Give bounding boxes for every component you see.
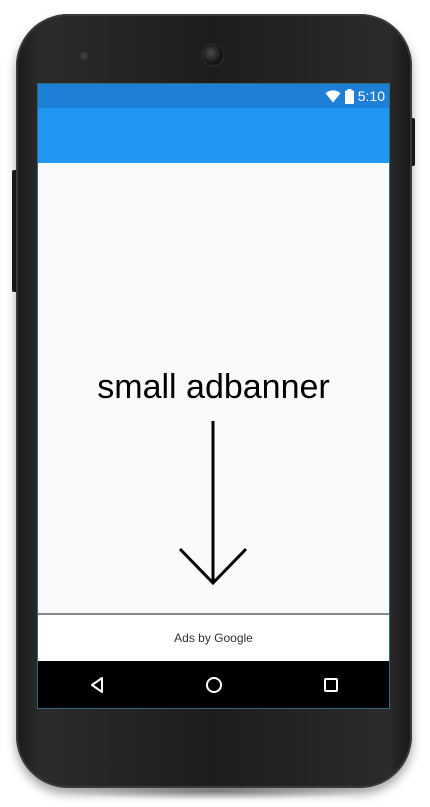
wifi-icon bbox=[325, 89, 341, 103]
front-camera bbox=[203, 45, 223, 65]
home-icon bbox=[205, 676, 222, 693]
annotation-label: small adbanner bbox=[97, 368, 330, 406]
ad-label: Ads by Google bbox=[174, 631, 253, 645]
sensor-dot bbox=[80, 52, 88, 60]
status-bar: 5:10 bbox=[38, 84, 389, 108]
recents-button[interactable] bbox=[316, 670, 346, 700]
main-content: small adbanner bbox=[38, 163, 389, 613]
ad-banner[interactable]: Ads by Google bbox=[38, 613, 389, 661]
app-bar bbox=[38, 108, 389, 163]
navigation-bar bbox=[38, 661, 389, 708]
recents-icon bbox=[323, 677, 338, 692]
home-button[interactable] bbox=[199, 670, 229, 700]
back-icon bbox=[90, 676, 103, 693]
device-mockup: 5:10 small adbanner Ads by Google bbox=[0, 0, 430, 807]
phone-screen: 5:10 small adbanner Ads by Google bbox=[37, 83, 390, 709]
down-arrow-icon bbox=[178, 421, 248, 586]
battery-icon bbox=[344, 88, 354, 104]
status-time: 5:10 bbox=[357, 88, 385, 104]
back-button[interactable] bbox=[82, 670, 112, 700]
